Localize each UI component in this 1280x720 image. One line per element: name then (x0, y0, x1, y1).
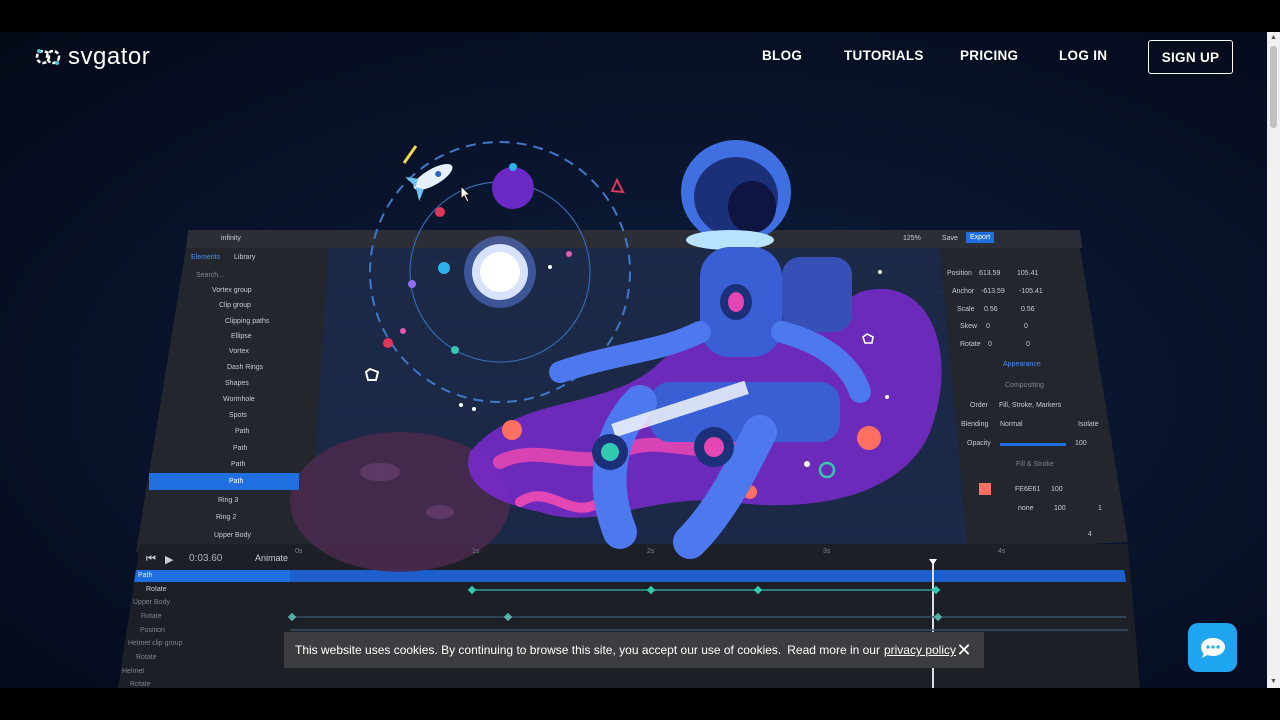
landing-page: svgator BLOG TUTORIALS PRICING LOG IN SI… (0, 32, 1267, 688)
appearance-section[interactable]: Appearance (1003, 361, 1041, 368)
position-x-input[interactable]: 613.59 (979, 270, 1000, 277)
stroke-value[interactable]: none (1018, 505, 1034, 512)
rotate-y-input[interactable]: 0 (1026, 341, 1030, 348)
blending-label: Blending (961, 421, 989, 428)
anchor-x-input[interactable]: -613.59 (981, 288, 1005, 295)
layer-item[interactable]: Vortex (229, 348, 249, 355)
timeline-tick: 3s (823, 548, 831, 555)
position-y-input[interactable]: 105.41 (1017, 270, 1038, 277)
layer-item[interactable]: Path (233, 445, 247, 452)
zoom-level[interactable]: 125% (903, 235, 921, 242)
position-label: Position (947, 270, 972, 277)
save-button[interactable]: Save (942, 235, 958, 242)
anchor-label: Anchor (952, 288, 975, 295)
layer-item[interactable]: Ring 3 (218, 497, 238, 504)
current-time: 0:03.60 (189, 553, 223, 564)
scale-x-input[interactable]: 0.56 (984, 306, 998, 313)
opacity-input[interactable]: 100 (1075, 440, 1087, 447)
fill-stroke-section: Fill & Stroke (1016, 461, 1054, 468)
layer-item[interactable]: Path (235, 428, 249, 435)
fill-opacity-input[interactable]: 100 (1051, 486, 1063, 493)
compositing-section: Compositing (1005, 382, 1044, 389)
editor-preview: infinity 125% Save Export Elements Libra… (0, 32, 1267, 688)
scale-y-input[interactable]: 0.56 (1021, 306, 1035, 313)
fill-hex-input[interactable]: FE6E61 (1015, 486, 1040, 493)
layer-item[interactable]: Ring 2 (216, 514, 236, 521)
layer-item[interactable]: Vortex group (212, 287, 252, 294)
file-name[interactable]: infinity (221, 235, 241, 242)
timeline-row-label[interactable]: Rotate (130, 681, 151, 688)
timeline-row-label[interactable]: Upper Body (133, 599, 170, 606)
timeline-row-label[interactable]: Rotate (136, 654, 157, 661)
layer-item[interactable]: Path (231, 461, 245, 468)
browser-top-bar (0, 0, 1280, 32)
layer-item[interactable]: Spots (229, 412, 247, 419)
layer-search-input[interactable]: Search... (196, 272, 224, 279)
timeline-tick: 1s (472, 548, 480, 555)
play-icon[interactable]: ▶ (165, 553, 173, 566)
timeline-row-label[interactable]: Path (138, 572, 152, 579)
timeline-row-label[interactable]: Rotate (146, 586, 167, 593)
editor-frame-graphic (118, 140, 1140, 688)
rotate-label: Rotate (960, 341, 981, 348)
layer-item[interactable]: Upper Body (214, 532, 251, 539)
mouse-cursor-icon (460, 185, 472, 203)
order-label: Order (970, 402, 988, 409)
scroll-down-arrow-icon[interactable]: ▼ (1267, 676, 1280, 688)
layer-item[interactable]: Shapes (225, 380, 249, 387)
isolate-checkbox[interactable]: Isolate (1078, 421, 1099, 428)
blending-select[interactable]: Normal (1000, 421, 1023, 428)
opacity-label: Opacity (967, 440, 991, 447)
layer-item[interactable]: Clip group (219, 302, 251, 309)
tab-elements[interactable]: Elements (191, 254, 220, 261)
anchor-y-input[interactable]: -105.41 (1019, 288, 1043, 295)
order-select[interactable]: Fill, Stroke, Markers (999, 402, 1061, 409)
scale-label: Scale (957, 306, 975, 313)
timeline-row-label[interactable]: Helmet (122, 668, 144, 675)
timeline-row-label[interactable]: Position (140, 627, 165, 634)
chat-bubble-icon (1200, 637, 1225, 658)
browser-bottom-bar (0, 688, 1280, 720)
cookie-text: This website uses cookies. By continuing… (295, 643, 782, 657)
playhead[interactable] (932, 560, 934, 688)
skew-label: Skew (960, 323, 978, 330)
page-scrollbar[interactable]: ▲ ▼ (1267, 32, 1280, 688)
timeline-row-label[interactable]: Rotate (141, 613, 162, 620)
skew-x-input[interactable]: 0 (986, 323, 990, 330)
layer-item[interactable]: Clipping paths (225, 318, 269, 325)
layer-item[interactable]: Wormhole (223, 396, 255, 403)
cookie-read-more: Read more in our (787, 643, 880, 657)
corner-input[interactable]: 4 (1088, 531, 1092, 538)
timeline-row-label[interactable]: Helmet clip group (128, 640, 182, 647)
export-button[interactable]: Export (966, 232, 995, 243)
tab-library[interactable]: Library (234, 254, 255, 261)
chat-button[interactable] (1188, 623, 1237, 672)
selected-layer-highlight[interactable] (149, 473, 299, 490)
layer-item-selected[interactable]: Path (229, 478, 243, 485)
opacity-slider[interactable] (1000, 443, 1066, 446)
rotate-x-input[interactable]: 0 (988, 341, 992, 348)
scrollbar-thumb[interactable] (1270, 46, 1277, 128)
privacy-policy-link[interactable]: privacy policy (884, 643, 956, 657)
scroll-up-arrow-icon[interactable]: ▲ (1267, 32, 1280, 44)
rewind-icon[interactable]: ⏮ (146, 553, 156, 566)
stroke-width-input[interactable]: 1 (1098, 505, 1102, 512)
layer-item[interactable]: Ellipse (231, 333, 252, 340)
cookie-banner: This website uses cookies. By continuing… (284, 632, 984, 668)
fill-color-swatch[interactable] (979, 483, 991, 495)
timeline-tick: 4s (998, 548, 1006, 555)
timeline-tick: 0s (295, 548, 303, 555)
animate-button[interactable]: Animate (255, 553, 288, 563)
layer-item[interactable]: Dash Rings (227, 364, 263, 371)
close-icon[interactable]: ✕ (954, 640, 974, 660)
skew-y-input[interactable]: 0 (1024, 323, 1028, 330)
stroke-opacity-input[interactable]: 100 (1054, 505, 1066, 512)
timeline-tick: 2s (647, 548, 655, 555)
